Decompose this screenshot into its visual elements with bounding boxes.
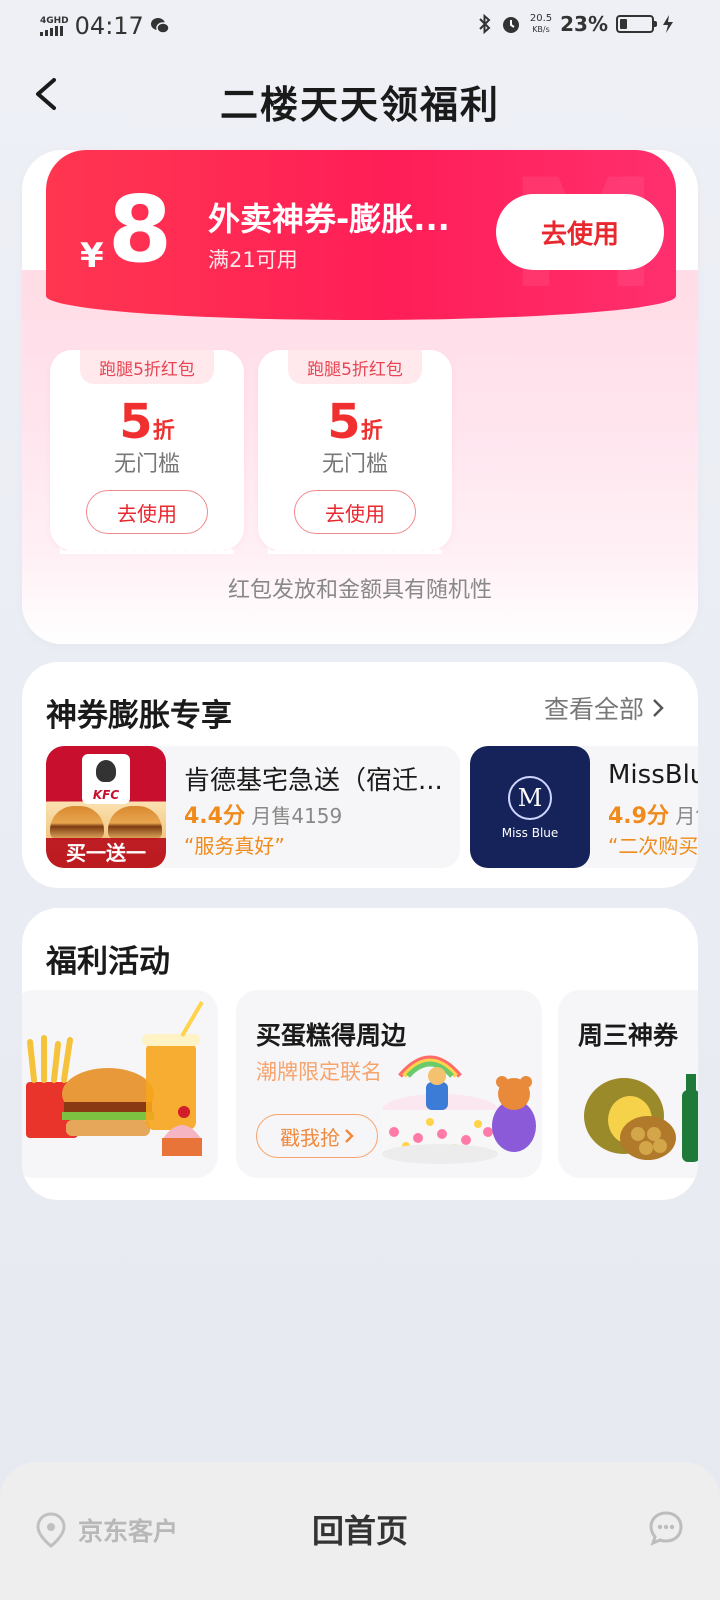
network-indicator: 4GHD (40, 16, 69, 36)
missblue-logo: M (508, 776, 552, 820)
chevron-right-icon (653, 699, 664, 717)
fastfood-image (26, 1000, 204, 1156)
missblue-store-image: M Miss Blue (470, 746, 590, 868)
speed-unit: KB/s (532, 25, 550, 34)
discount-unit: 折 (152, 419, 175, 444)
discount-value: 5 (119, 394, 153, 450)
header: 二楼天天领福利 (0, 60, 720, 140)
store-rating: 4.9分 (608, 804, 669, 829)
activity-title: 周三神券 (578, 1021, 679, 1050)
main-coupon[interactable]: M ¥ 8 外卖神券-膨胀... 满21可用 去使用 (46, 150, 676, 320)
store-name: MissBlue (608, 760, 698, 790)
view-all-link[interactable]: 查看全部 (544, 690, 664, 726)
burger-image (50, 806, 104, 840)
discount-value: 5 (327, 394, 361, 450)
coupon-tag: 跑腿5折红包 (288, 350, 422, 384)
home-button[interactable]: 回首页 (0, 1506, 720, 1552)
bottom-bar: 京东客户 回首页 (0, 1462, 720, 1600)
store-card-kfc[interactable]: KFC 买一送一 肯德基宅急送（宿迁... 4.4分 月售4159 “服务真好” (46, 746, 460, 868)
store-meta: 4.4分 月售4159 (184, 798, 342, 830)
battery-icon (616, 15, 657, 33)
durian-image (584, 1074, 698, 1162)
grab-button[interactable]: 戳我抢 (256, 1114, 378, 1158)
section-title: 福利活动 (46, 944, 170, 980)
store-sales: 月售4159 (251, 804, 343, 828)
section-title: 神券膨胀专享 (46, 698, 232, 734)
store-sales: 月售 (675, 804, 698, 828)
missblue-brand: Miss Blue (501, 826, 559, 840)
burger-image (108, 806, 162, 840)
activity-card-wednesday[interactable]: 周三神券 (558, 990, 698, 1178)
use-coupon-button[interactable]: 去使用 (86, 490, 208, 534)
page-title: 二楼天天领福利 (219, 83, 500, 127)
battery-percent: 23% (560, 12, 608, 36)
speed-value: 20.5 (529, 13, 553, 24)
coupon-discount: 5折 (50, 394, 244, 450)
use-coupon-button[interactable]: 去使用 (496, 194, 664, 270)
errand-coupon-1[interactable]: 跑腿5折红包 5折 无门槛 去使用 (50, 350, 244, 554)
coupon-amount: 8 (108, 176, 173, 283)
bluetooth-icon (479, 14, 491, 34)
signal-icon (40, 26, 69, 36)
view-all-label: 查看全部 (543, 695, 644, 724)
network-speed: 20.5 KB/s (530, 13, 552, 35)
random-note: 红包发放和金额具有随机性 (227, 578, 492, 603)
coupon-tag: 跑腿5折红包 (80, 350, 214, 384)
status-left: 4GHD 04:17 (40, 12, 170, 40)
promo-label: 买一送一 (46, 838, 166, 868)
store-quote: “二次购买 (608, 834, 698, 858)
discount-unit: 折 (360, 419, 383, 444)
store-meta: 4.9分 月售 (608, 798, 698, 830)
coupon-currency: ¥ (80, 236, 104, 276)
activities-section: 福利活动 买蛋糕得周边 潮牌限定联名 戳我抢 周三神券 (22, 908, 698, 1200)
coupon-condition: 满21可用 (208, 248, 298, 272)
store-card-missblue[interactable]: M Miss Blue MissBlue 4.9分 月售 “二次购买 (470, 746, 698, 868)
cake-image (382, 1055, 536, 1164)
coupon-name: 外卖神券-膨胀... (208, 200, 450, 238)
kfc-logo: KFC (82, 754, 130, 804)
store-quote: “服务真好” (184, 834, 285, 858)
chat-bubble-icon[interactable] (648, 1510, 684, 1546)
kfc-store-image: KFC 买一送一 (46, 746, 166, 868)
clock: 04:17 (74, 12, 144, 40)
coupon-condition: 无门槛 (113, 452, 180, 477)
status-right: 20.5 KB/s 23% (478, 12, 674, 36)
activity-card-cake[interactable]: 买蛋糕得周边 潮牌限定联名 戳我抢 (236, 990, 542, 1178)
status-bar: 4GHD 04:17 20.5 KB/s 23% (0, 0, 720, 54)
wechat-icon (150, 18, 170, 34)
charging-icon (663, 15, 673, 33)
exclusive-section: 神券膨胀专享 查看全部 KFC 买一送一 肯德基宅急送（宿迁... 4.4分 月… (22, 662, 698, 888)
store-name: 肯德基宅急送（宿迁... (184, 766, 443, 796)
activity-subtitle: 潮牌限定联名 (256, 1060, 382, 1084)
kfc-logo-text: KFC (92, 788, 120, 802)
alarm-icon (502, 17, 519, 33)
store-rating: 4.4分 (184, 804, 245, 829)
coupon-condition: 无门槛 (321, 452, 388, 477)
use-coupon-button[interactable]: 去使用 (294, 490, 416, 534)
network-type: 4GHD (40, 16, 69, 26)
chevron-right-icon (345, 1129, 354, 1143)
grab-button-label: 戳我抢 (280, 1125, 340, 1150)
activity-card-burger[interactable] (22, 990, 218, 1178)
coupon-discount: 5折 (258, 394, 452, 450)
errand-coupon-2[interactable]: 跑腿5折红包 5折 无门槛 去使用 (258, 350, 452, 554)
welfare-coupon-card: M ¥ 8 外卖神券-膨胀... 满21可用 去使用 跑腿5折红包 5折 无门槛… (22, 150, 698, 644)
